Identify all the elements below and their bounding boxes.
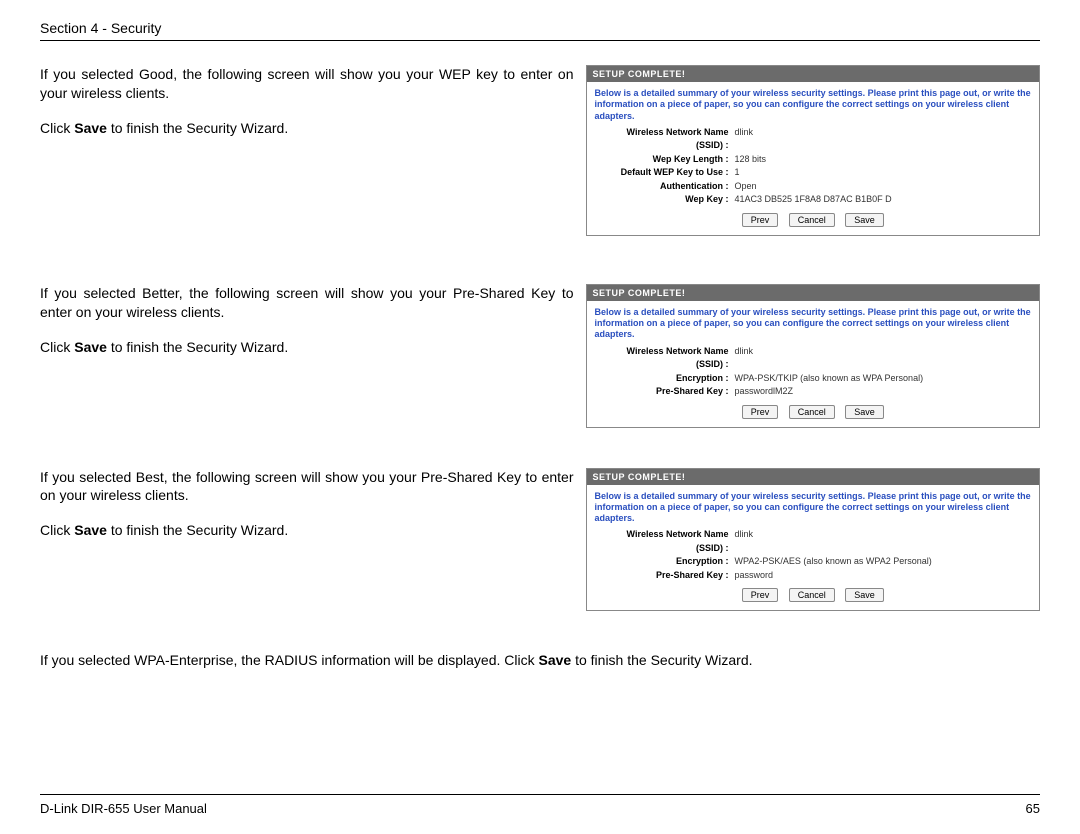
panel-message: Below is a detailed summary of your wire… [587, 82, 1040, 126]
ssid-value: dlink [735, 126, 1032, 153]
default-wep-key: 1 [735, 166, 1032, 180]
preshared-key-value: password [735, 569, 1032, 583]
wpa-enterprise-note: If you selected WPA-Enterprise, the RADI… [40, 651, 1040, 670]
panel-message: Below is a detailed summary of your wire… [587, 301, 1040, 345]
best-text: If you selected Best, the following scre… [40, 468, 574, 557]
setup-complete-panel-best: SETUP COMPLETE! Below is a detailed summ… [586, 468, 1041, 612]
save-button[interactable]: Save [845, 213, 884, 227]
better-paragraph-2: Click Save to finish the Security Wizard… [40, 338, 574, 357]
save-button[interactable]: Save [845, 588, 884, 602]
panel-message: Below is a detailed summary of your wire… [587, 485, 1040, 529]
better-text: If you selected Better, the following sc… [40, 284, 574, 373]
panel-title: SETUP COMPLETE! [587, 285, 1040, 301]
best-paragraph-1: If you selected Best, the following scre… [40, 468, 574, 506]
ssid-value: dlink [735, 345, 1032, 372]
wep-key-length: 128 bits [735, 153, 1032, 167]
preshared-key-value: passwordlM2Z [735, 385, 1032, 399]
good-paragraph-1: If you selected Good, the following scre… [40, 65, 574, 103]
cancel-button[interactable]: Cancel [789, 405, 835, 419]
better-paragraph-1: If you selected Better, the following sc… [40, 284, 574, 322]
page-number: 65 [1026, 801, 1040, 816]
prev-button[interactable]: Prev [742, 588, 779, 602]
setup-complete-panel-good: SETUP COMPLETE! Below is a detailed summ… [586, 65, 1041, 236]
authentication-value: Open [735, 180, 1032, 194]
setup-complete-panel-better: SETUP COMPLETE! Below is a detailed summ… [586, 284, 1041, 428]
ssid-value: dlink [735, 528, 1032, 555]
prev-button[interactable]: Prev [742, 213, 779, 227]
panel-title: SETUP COMPLETE! [587, 469, 1040, 485]
good-paragraph-2: Click Save to finish the Security Wizard… [40, 119, 574, 138]
good-text: If you selected Good, the following scre… [40, 65, 574, 154]
wep-key-value: 41AC3 DB525 1F8A8 D87AC B1B0F D [735, 193, 1032, 207]
encryption-value: WPA2-PSK/AES (also known as WPA2 Persona… [735, 555, 1032, 569]
best-paragraph-2: Click Save to finish the Security Wizard… [40, 521, 574, 540]
prev-button[interactable]: Prev [742, 405, 779, 419]
cancel-button[interactable]: Cancel [789, 588, 835, 602]
save-button[interactable]: Save [845, 405, 884, 419]
panel-title: SETUP COMPLETE! [587, 66, 1040, 82]
footer-left: D-Link DIR-655 User Manual [40, 801, 207, 816]
cancel-button[interactable]: Cancel [789, 213, 835, 227]
section-header: Section 4 - Security [40, 20, 1040, 41]
encryption-value: WPA-PSK/TKIP (also known as WPA Personal… [735, 372, 1032, 386]
